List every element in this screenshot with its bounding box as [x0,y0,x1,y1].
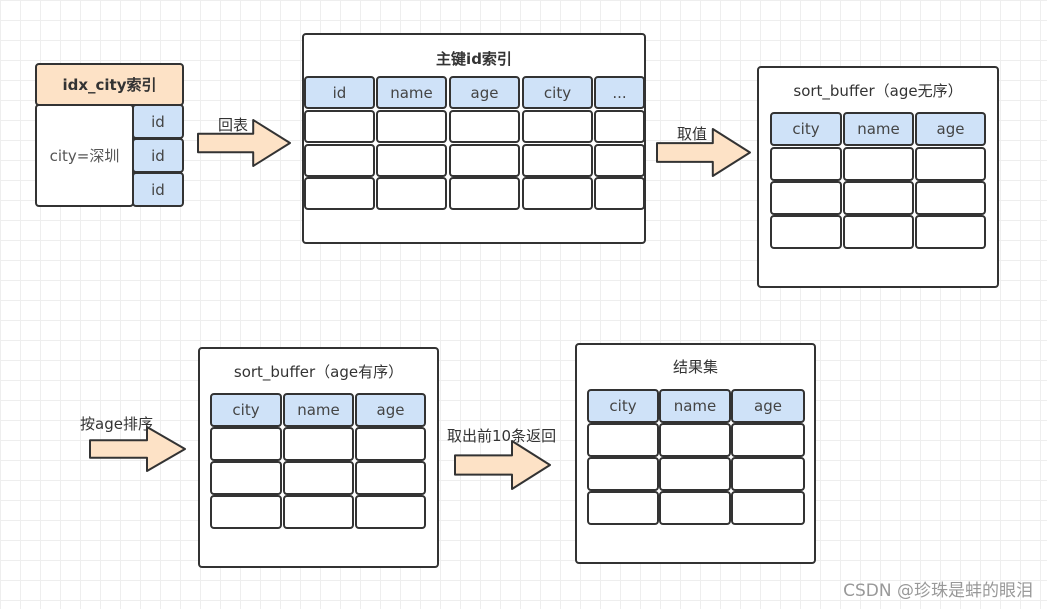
table-cell [283,427,354,461]
table-cell [522,177,593,210]
primary-title: 主键id索引 [436,50,512,68]
table-cell [594,144,645,177]
table-cell [283,461,354,495]
table-cell [843,215,914,249]
table-cell [449,144,520,177]
table-cell [522,110,593,143]
table-cell [587,423,659,457]
table-cell [915,181,986,215]
column-header: city [522,76,593,109]
table-cell [731,491,805,525]
column-header: city [210,393,282,427]
table-cell [355,427,426,461]
table-cell [770,147,842,181]
table-cell [210,427,282,461]
arrow-label: 回表 [218,116,249,134]
table-cell [376,110,447,143]
table-cell [376,144,447,177]
table-cell [210,495,282,529]
arrow-label: 按age排序 [80,415,153,433]
table-cell [770,215,842,249]
table-cell [304,177,375,210]
column-header: age [915,112,986,146]
table-cell [731,423,805,457]
column-header: age [355,393,426,427]
sort_ordered-title: sort_buffer（age有序） [233,363,404,381]
table-cell [304,110,375,143]
table-cell [449,110,520,143]
table-cell [449,177,520,210]
column-header: city [770,112,842,146]
table-cell [659,491,731,525]
table-cell [659,457,731,491]
column-header: city [587,389,659,423]
index-title: idx_city索引 [35,63,184,106]
column-header: name [843,112,914,146]
column-header: ... [594,76,645,109]
column-header: name [659,389,731,423]
table-cell [304,144,375,177]
column-header: age [731,389,805,423]
table-cell [522,144,593,177]
index-id-cell: id [132,138,184,173]
arrow-label: 取值 [677,125,708,143]
table-cell [843,147,914,181]
watermark: CSDN @珍珠是蚌的眼泪 [843,581,1033,601]
arrow-right-icon [454,440,551,490]
index-key: city=深圳 [35,104,134,207]
table-cell [731,457,805,491]
table-cell [770,181,842,215]
arrow-label: 取出前10条返回 [447,427,557,445]
table-cell [594,110,645,143]
column-header: age [449,76,520,109]
table-cell [355,495,426,529]
index-id-cell: id [132,172,184,207]
table-cell [915,147,986,181]
table-cell [915,215,986,249]
table-cell [587,491,659,525]
table-cell [283,495,354,529]
column-header: name [283,393,354,427]
table-cell [843,181,914,215]
table-cell [587,457,659,491]
sort_unordered-title: sort_buffer（age无序） [793,82,963,100]
index-id-cell: id [132,104,184,139]
result-title: 结果集 [672,358,718,376]
table-cell [210,461,282,495]
table-cell [659,423,731,457]
column-header: id [304,76,375,109]
table-cell [355,461,426,495]
table-cell [376,177,447,210]
column-header: name [376,76,447,109]
table-cell [594,177,645,210]
